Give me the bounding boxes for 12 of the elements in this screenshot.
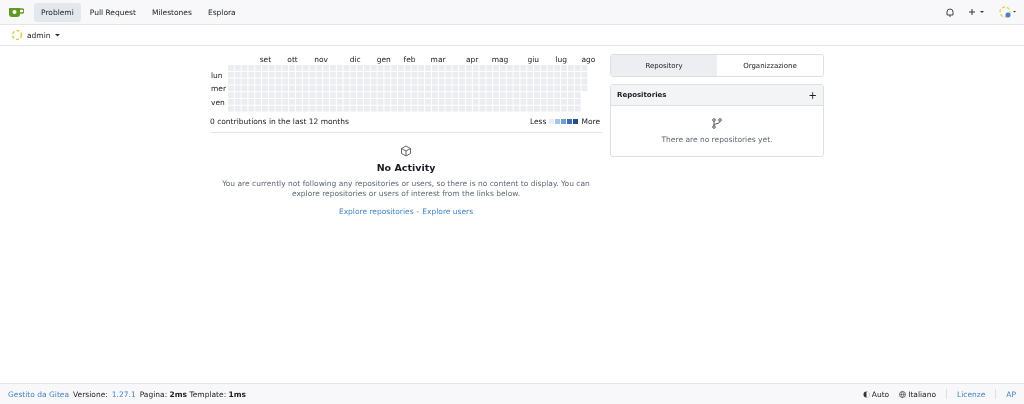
- bell-icon[interactable]: [946, 7, 954, 17]
- package-icon: [400, 145, 412, 157]
- heatmap-legend-scale: [549, 119, 579, 124]
- branch-icon: [712, 118, 722, 129]
- add-repository-button[interactable]: +: [808, 89, 817, 101]
- teacup-logo-icon[interactable]: [8, 6, 24, 18]
- globe-icon[interactable]: [899, 390, 907, 398]
- empty-title: No Activity: [376, 162, 436, 173]
- caret-icon[interactable]: [54, 33, 60, 37]
- theme-icon[interactable]: [862, 390, 870, 398]
- plus-dropdown-icon[interactable]: [968, 8, 984, 16]
- avatar-icon[interactable]: [998, 5, 1016, 19]
